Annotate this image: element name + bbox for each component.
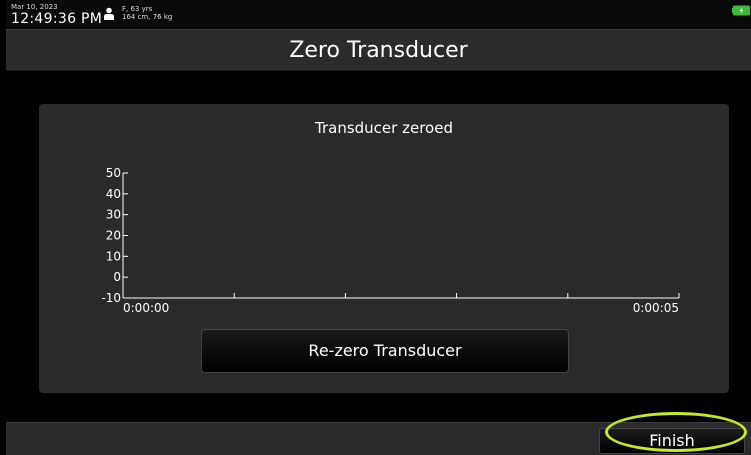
footer-bar: Finish xyxy=(6,422,751,455)
y-tick-label: -10 xyxy=(101,291,121,305)
status-date: Mar 10, 2023 xyxy=(11,3,58,11)
person-icon xyxy=(104,7,114,20)
pressure-chart: 50 40 30 20 10 0 -10 0:00:00 0:00:05 xyxy=(101,166,680,315)
finish-button[interactable]: Finish xyxy=(599,428,745,454)
y-tick-label: 40 xyxy=(106,187,121,201)
rezero-transducer-button[interactable]: Re-zero Transducer xyxy=(201,329,569,373)
y-tick-label: 20 xyxy=(106,229,121,243)
app-window: Mar 10, 2023 12:49:36 PM F, 63 yrs 164 c… xyxy=(6,0,751,455)
y-axis: 50 40 30 20 10 0 -10 xyxy=(101,166,128,305)
zero-panel: Transducer zeroed 50 40 30 20 10 0 -10 0:00:00… xyxy=(39,104,729,393)
x-tick-label-start: 0:00:00 xyxy=(123,301,169,315)
y-tick-label: 0 xyxy=(113,270,121,284)
title-bar: Zero Transducer xyxy=(6,29,751,71)
y-tick-label: 30 xyxy=(106,208,121,222)
y-tick-label: 10 xyxy=(106,249,121,263)
page-title: Zero Transducer xyxy=(289,38,468,63)
x-axis: 0:00:00 0:00:05 xyxy=(122,293,680,315)
y-tick-label: 50 xyxy=(106,166,121,180)
patient-measurements: 164 cm, 76 kg xyxy=(122,13,173,21)
battery-charging-icon xyxy=(732,5,750,16)
patient-demographics: F, 63 yrs xyxy=(122,5,153,13)
status-bar: Mar 10, 2023 12:49:36 PM F, 63 yrs 164 c… xyxy=(6,0,751,29)
x-tick-label-end: 0:00:05 xyxy=(633,301,679,315)
status-time: 12:49:36 PM xyxy=(11,11,103,27)
